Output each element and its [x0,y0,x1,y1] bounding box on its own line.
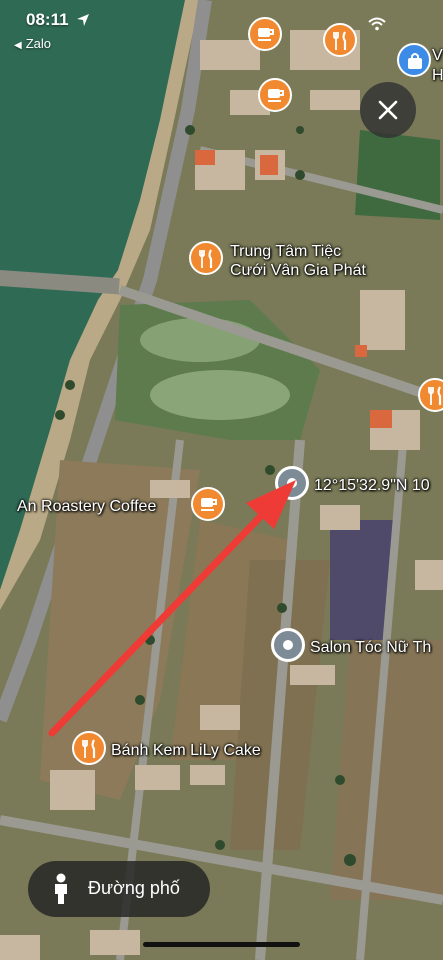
person-icon [55,873,67,904]
street-view-button[interactable]: Đường phố [28,861,210,917]
street-view-label: Đường phố [88,878,180,898]
home-indicator[interactable] [143,942,300,947]
red-annotation-arrow [48,480,296,737]
